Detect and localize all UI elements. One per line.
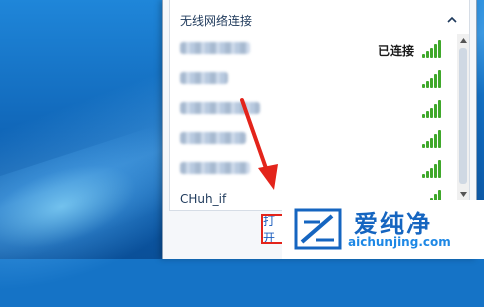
network-item[interactable] bbox=[176, 124, 458, 154]
signal-strength-icon bbox=[422, 130, 444, 148]
network-item[interactable] bbox=[176, 154, 458, 184]
network-list: 已连接 CHuh_if bbox=[176, 34, 458, 206]
network-name-blurred bbox=[180, 42, 250, 54]
aichunjing-logo-icon bbox=[294, 208, 342, 250]
red-arrow-icon bbox=[240, 98, 278, 190]
network-item[interactable]: 已连接 bbox=[176, 34, 458, 64]
watermark-brand: 爱纯净 bbox=[354, 210, 432, 238]
signal-strength-icon bbox=[422, 70, 444, 88]
vertical-scrollbar[interactable] bbox=[457, 34, 469, 200]
network-item[interactable] bbox=[176, 64, 458, 94]
scroll-up-icon[interactable] bbox=[457, 34, 469, 46]
network-item[interactable] bbox=[176, 94, 458, 124]
network-name: CHuh_if bbox=[180, 192, 227, 206]
scroll-down-icon[interactable] bbox=[457, 188, 469, 200]
wireless-section-header[interactable]: 无线网络连接 bbox=[180, 10, 459, 30]
signal-strength-icon bbox=[422, 40, 444, 58]
connection-status: 已连接 bbox=[377, 44, 414, 58]
network-name-blurred bbox=[180, 72, 228, 84]
signal-strength-icon bbox=[422, 160, 444, 178]
watermark-url: aichunjing.com bbox=[348, 235, 451, 249]
watermark: 爱纯净 aichunjing.com bbox=[282, 200, 484, 259]
chevron-up-icon[interactable] bbox=[445, 13, 459, 27]
scrollbar-thumb[interactable] bbox=[459, 48, 467, 184]
network-list-panel: 无线网络连接 已连接 CHuh_if bbox=[169, 0, 470, 211]
signal-strength-icon bbox=[422, 100, 444, 118]
section-title: 无线网络连接 bbox=[180, 13, 253, 28]
